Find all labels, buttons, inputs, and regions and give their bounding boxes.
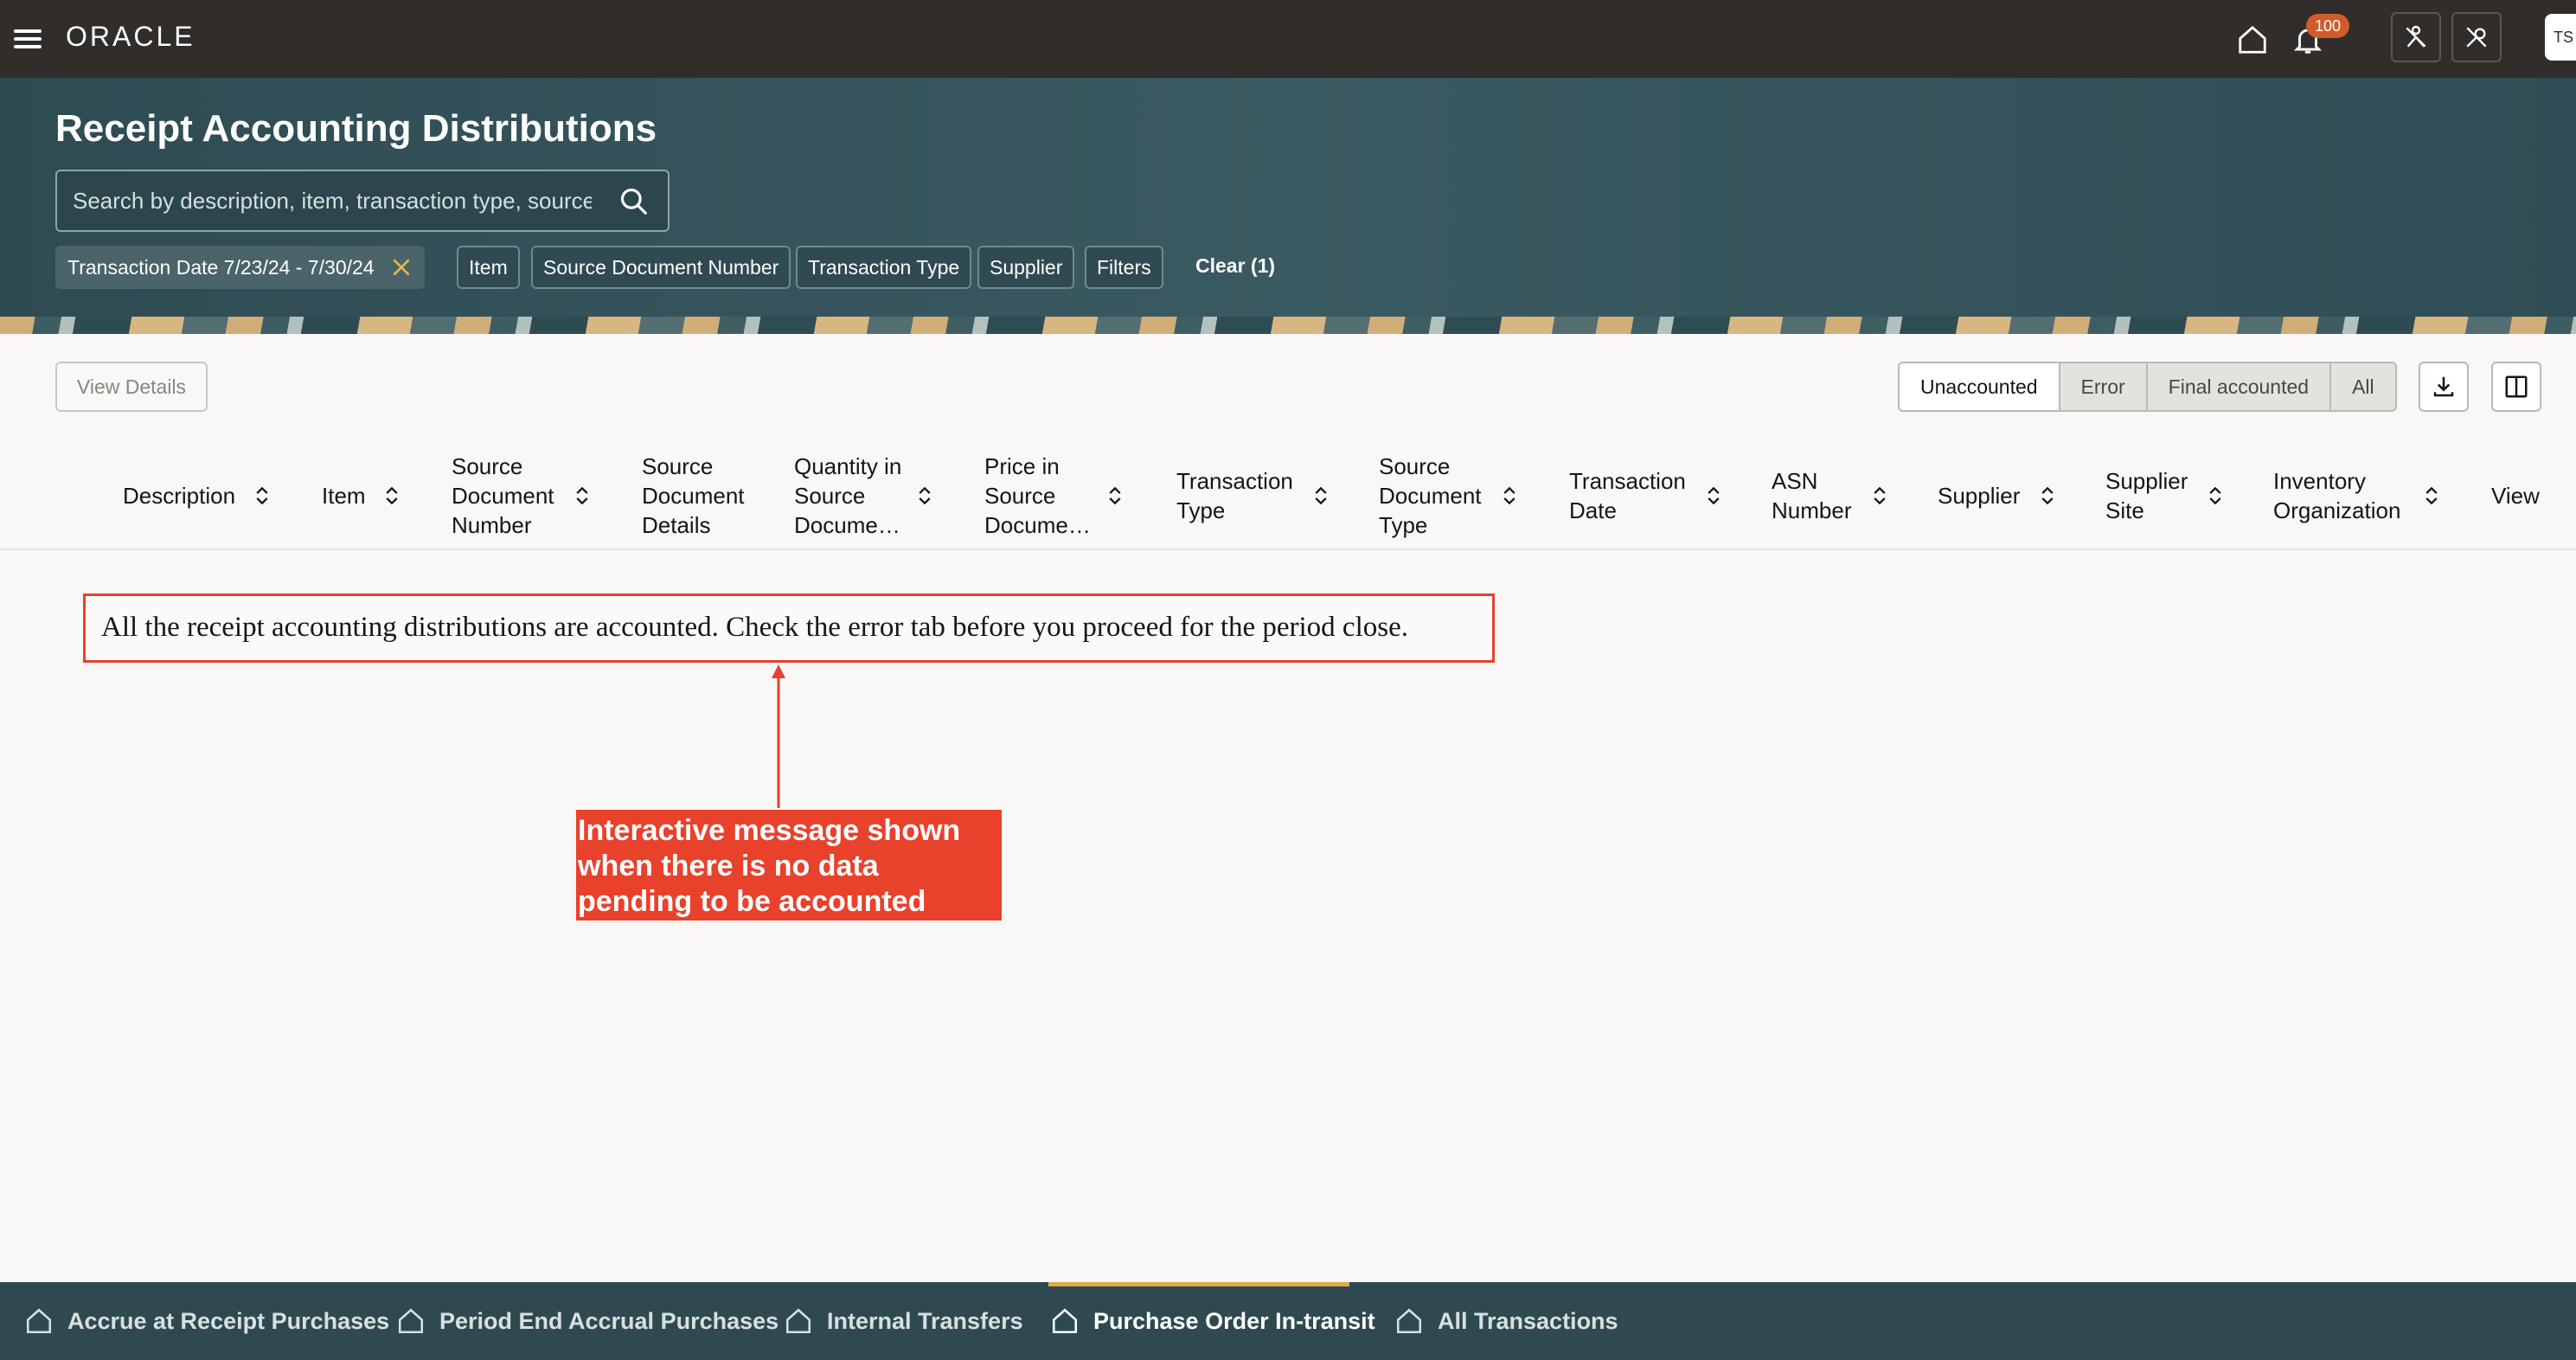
sort-icon[interactable] <box>917 484 932 507</box>
tab-unaccounted[interactable]: Unaccounted <box>1900 363 2059 410</box>
sort-icon[interactable] <box>2424 484 2439 507</box>
callout-line: pending to be accounted <box>578 885 926 918</box>
download-button[interactable] <box>2419 362 2469 412</box>
nav-purchase-order-in-transit[interactable]: Purchase Order In-transit <box>1050 1282 1375 1360</box>
help-tools-icon[interactable] <box>2451 12 2502 62</box>
sort-icon[interactable] <box>1502 484 1517 507</box>
home-icon <box>398 1308 424 1334</box>
sort-icon[interactable] <box>1872 484 1887 507</box>
column-header-label: Transaction Date <box>1569 468 1686 523</box>
column-header-price-in-source-document[interactable]: Price in Source Docume… <box>984 441 1131 550</box>
accessibility-icon[interactable] <box>2391 12 2441 62</box>
home-icon <box>26 1308 52 1334</box>
column-header-label: Description <box>123 483 236 509</box>
annotation-callout: Interactive message shown when there is … <box>576 810 1002 921</box>
transaction-date-filter-label: Transaction Date 7/23/24 - 7/30/24 <box>67 256 375 279</box>
column-header-label: Item <box>322 483 366 509</box>
filters-chip[interactable]: Filters <box>1085 246 1163 289</box>
column-header-asn-number[interactable]: ASN Number <box>1772 441 1901 550</box>
search-box[interactable] <box>55 170 670 232</box>
nav-label: All Transactions <box>1438 1307 1618 1334</box>
sort-icon[interactable] <box>1313 484 1329 507</box>
column-header-view[interactable]: View <box>2491 441 2569 550</box>
tab-error[interactable]: Error <box>2058 363 2146 410</box>
page-header-band: Receipt Accounting Distributions Transac… <box>0 78 2576 334</box>
tab-all[interactable]: All <box>2329 363 2395 410</box>
nav-all-transactions[interactable]: All Transactions <box>1394 1282 1618 1360</box>
column-header-source-document-type[interactable]: Source Document Type <box>1379 441 1526 550</box>
source-document-number-filter-chip[interactable]: Source Document Number <box>531 246 791 289</box>
column-header-transaction-date[interactable]: Transaction Date <box>1569 441 1733 550</box>
view-details-button[interactable]: View Details <box>55 362 208 412</box>
sort-icon[interactable] <box>574 484 590 507</box>
column-header-label: ASN Number <box>1772 468 1852 523</box>
home-icon <box>1396 1308 1422 1334</box>
column-header-label: Supplier Site <box>2105 468 2188 523</box>
column-header-label: View <box>2491 483 2540 509</box>
search-icon[interactable] <box>618 185 650 218</box>
nav-period-end-accrual-purchases[interactable]: Period End Accrual Purchases <box>396 1282 779 1360</box>
column-header-label: Source Document Number <box>452 453 554 538</box>
column-header-supplier[interactable]: Supplier <box>1938 441 2059 550</box>
callout-line: Interactive message shown <box>578 814 961 847</box>
notification-count-badge: 100 <box>2306 14 2349 38</box>
page-title: Receipt Accounting Distributions <box>55 107 657 150</box>
column-header-label: Source Document Details <box>642 453 745 538</box>
column-header-inventory-organization[interactable]: Inventory Organization <box>2273 441 2446 550</box>
no-data-message-box: All the receipt accounting distributions… <box>83 593 1495 663</box>
item-filter-chip[interactable]: Item <box>457 246 520 289</box>
column-header-label: Inventory Organization <box>2273 468 2401 523</box>
columns-icon <box>2505 375 2528 398</box>
column-header-label: Supplier <box>1938 483 2021 509</box>
sort-icon[interactable] <box>384 484 400 507</box>
callout-line: when there is no data <box>578 850 879 882</box>
remove-filter-icon[interactable] <box>390 256 413 279</box>
home-icon <box>785 1308 811 1334</box>
column-header-source-document-details[interactable]: Source Document Details <box>642 441 754 550</box>
column-header-label: Price in Source Docume… <box>984 453 1091 538</box>
nav-label: Internal Transfers <box>827 1307 1023 1334</box>
column-header-supplier-site[interactable]: Supplier Site <box>2105 441 2235 550</box>
nav-internal-transfers[interactable]: Internal Transfers <box>784 1282 1023 1360</box>
column-header-quantity-in-source-document[interactable]: Quantity in Source Docume… <box>794 441 941 550</box>
status-segmented-control: Unaccounted Error Final accounted All <box>1898 362 2397 412</box>
decorative-banner-strip <box>0 317 2576 334</box>
column-header-description[interactable]: Description <box>123 441 279 550</box>
sort-icon[interactable] <box>2040 484 2055 507</box>
supplier-filter-chip[interactable]: Supplier <box>977 246 1075 289</box>
nav-label: Accrue at Receipt Purchases <box>67 1307 390 1334</box>
search-input[interactable] <box>73 171 592 230</box>
bottom-navigation: Accrue at Receipt Purchases Period End A… <box>0 1282 2576 1360</box>
home-icon <box>1052 1308 1078 1334</box>
sort-icon[interactable] <box>2208 484 2223 507</box>
hamburger-menu-icon[interactable] <box>12 22 43 54</box>
sort-icon[interactable] <box>1107 484 1123 507</box>
user-avatar[interactable]: TS <box>2545 14 2576 61</box>
nav-label: Purchase Order In-transit <box>1093 1307 1375 1334</box>
column-header-label: Quantity in Source Docume… <box>794 453 902 538</box>
column-header-label: Transaction Type <box>1176 468 1293 523</box>
nav-label: Period End Accrual Purchases <box>439 1307 779 1334</box>
table-header-row: Description Item Source Document Number … <box>0 441 2576 550</box>
oracle-logo: ORACLE <box>66 21 195 52</box>
transaction-date-filter-chip[interactable]: Transaction Date 7/23/24 - 7/30/24 <box>55 246 425 289</box>
column-header-transaction-type[interactable]: Transaction Type <box>1176 441 1332 550</box>
nav-accrue-at-receipt-purchases[interactable]: Accrue at Receipt Purchases <box>24 1282 389 1360</box>
tab-final-accounted[interactable]: Final accounted <box>2145 363 2330 410</box>
column-settings-button[interactable] <box>2491 362 2541 412</box>
global-header: ORACLE 100 TS <box>0 0 2576 78</box>
home-icon[interactable] <box>2228 16 2277 64</box>
sort-icon[interactable] <box>1706 484 1721 507</box>
sort-icon[interactable] <box>254 484 270 507</box>
clear-filters-link[interactable]: Clear (1) <box>1185 246 1285 289</box>
column-header-label: Source Document Type <box>1379 453 1482 538</box>
no-data-message: All the receipt accounting distributions… <box>101 612 1408 643</box>
transaction-type-filter-chip[interactable]: Transaction Type <box>796 246 972 289</box>
column-header-source-document-number[interactable]: Source Document Number <box>452 441 599 550</box>
column-header-item[interactable]: Item <box>322 441 417 550</box>
download-icon <box>2433 376 2454 397</box>
